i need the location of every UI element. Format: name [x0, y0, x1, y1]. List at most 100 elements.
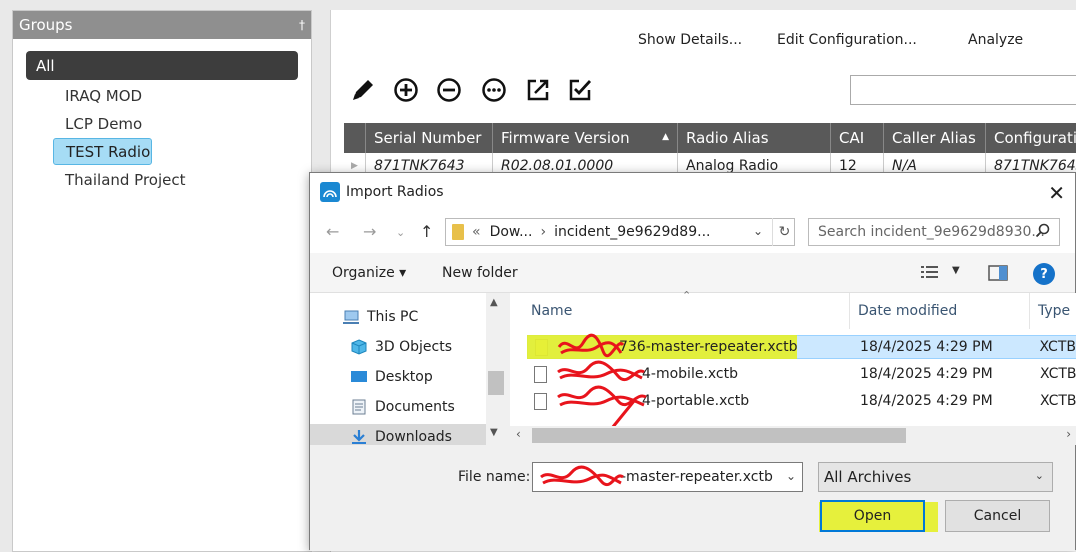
show-details-link[interactable]: Show Details...: [638, 32, 742, 48]
open-button[interactable]: Open: [820, 500, 925, 532]
group-all[interactable]: All: [26, 51, 298, 80]
preview-pane-icon[interactable]: [988, 265, 1008, 285]
file-hscrollbar[interactable]: ‹ ›: [510, 426, 1076, 445]
analyze-link[interactable]: Analyze: [968, 32, 1023, 48]
scroll-down-icon[interactable]: ▼: [490, 427, 498, 438]
forward-arrow-icon[interactable]: →: [363, 222, 376, 241]
scroll-left-icon[interactable]: ‹: [516, 427, 521, 441]
desktop-icon: [350, 369, 368, 385]
navigation-pane: This PC 3D Objects Desktop Documents Dow…: [310, 293, 506, 450]
cancel-button[interactable]: Cancel: [945, 500, 1050, 532]
refresh-icon[interactable]: ↻: [772, 218, 796, 246]
file-name-dropdown-icon[interactable]: ⌄: [786, 469, 796, 483]
nav-item-label: Downloads: [375, 429, 452, 445]
command-bar: Organize ▾ New folder ▼ ?: [310, 253, 1075, 293]
col-radio-alias[interactable]: Radio Alias: [678, 123, 831, 153]
col-caller-alias[interactable]: Caller Alias: [884, 123, 986, 153]
list-item[interactable]: 736-master-repeater.xctb 18/4/2025 4:29 …: [526, 333, 1076, 359]
col-serial-number[interactable]: Serial Number: [366, 123, 493, 153]
pin-icon[interactable]: †: [299, 18, 305, 32]
more-circle-icon[interactable]: [480, 76, 508, 104]
group-item-thailand-project[interactable]: Thailand Project: [65, 171, 186, 189]
view-options-icon[interactable]: [920, 265, 940, 283]
search-icon: [1035, 223, 1051, 243]
file-type: XCTB: [1040, 366, 1076, 382]
breadcrumb-downloads[interactable]: Dow...: [490, 224, 533, 240]
nav-item-desktop[interactable]: Desktop: [350, 369, 433, 385]
file-list: Name ⌃ Date modified Type 736-master-rep…: [510, 289, 1076, 445]
checkbox-edit-icon[interactable]: [566, 76, 594, 104]
nav-item-this-pc[interactable]: This PC: [342, 309, 418, 325]
list-item[interactable]: 4-portable.xctb 18/4/2025 4:29 PM XCTB: [527, 385, 1076, 434]
file-name: 4-portable.xctb: [556, 385, 860, 434]
file-icon: [534, 392, 547, 410]
col-firmware-version[interactable]: Firmware Version ▲: [493, 123, 678, 153]
file-hscrollbar-thumb[interactable]: [532, 428, 906, 443]
file-type-filter[interactable]: All Archives ⌄: [818, 462, 1053, 492]
dialog-title: Import Radios: [346, 184, 444, 200]
col-date-modified[interactable]: Date modified: [850, 293, 1030, 329]
download-icon: [350, 429, 368, 445]
cube-icon: [350, 339, 368, 355]
recent-chevron-icon[interactable]: ⌄: [396, 226, 405, 239]
navigation-bar: ← → ⌄ ↑ « Dow... › incident_9e9629d89...…: [310, 211, 1075, 253]
pencil-icon[interactable]: [349, 76, 377, 104]
up-arrow-icon[interactable]: ↑: [420, 222, 433, 241]
group-item-test-radio[interactable]: TEST Radio: [53, 138, 152, 165]
grid-header-spacer: [344, 123, 366, 153]
file-date: 18/4/2025 4:29 PM: [860, 393, 993, 409]
export-icon[interactable]: [524, 76, 552, 104]
scroll-right-icon[interactable]: ›: [1066, 427, 1071, 441]
dialog-search-input[interactable]: Search incident_9e9629d8930...: [808, 218, 1060, 246]
col-name[interactable]: Name ⌃: [510, 289, 850, 329]
new-folder-button[interactable]: New folder: [442, 265, 518, 281]
file-name-label: File name:: [458, 469, 531, 485]
list-item[interactable]: 4-mobile.xctb 18/4/2025 4:29 PM XCTB: [527, 360, 1076, 386]
nav-item-documents[interactable]: Documents: [350, 399, 455, 415]
import-radios-dialog: Import Radios ✕ ← → ⌄ ↑ « Dow... › incid…: [309, 172, 1076, 551]
close-icon[interactable]: ✕: [1048, 181, 1065, 205]
col-firmware-version-label: Firmware Version: [501, 129, 630, 147]
dialog-footer: File name: -master-repeater.xctb ⌄ All A…: [310, 445, 1075, 551]
file-name: 4-mobile.xctb: [556, 360, 860, 382]
view-dropdown-icon[interactable]: ▼: [952, 265, 960, 276]
nav-scrollbar[interactable]: ▲ ▼: [486, 293, 506, 445]
document-icon: [350, 399, 368, 415]
file-type-filter-value: All Archives: [824, 468, 912, 486]
file-name-text: 4-portable.xctb: [642, 393, 750, 409]
breadcrumb-incident[interactable]: incident_9e9629d89...: [554, 224, 710, 240]
col-configuration[interactable]: Configuratio: [986, 123, 1076, 153]
add-circle-icon[interactable]: [392, 76, 420, 104]
file-icon: [534, 365, 547, 383]
computer-icon: [342, 309, 360, 325]
col-type[interactable]: Type: [1030, 293, 1076, 329]
sort-chevron-icon: ⌃: [682, 289, 692, 302]
sort-up-icon: ▲: [662, 132, 669, 142]
group-item-lcp-demo[interactable]: LCP Demo: [65, 115, 142, 133]
file-name-input-value: -master-repeater.xctb: [621, 469, 773, 485]
file-name-input[interactable]: -master-repeater.xctb ⌄: [532, 462, 803, 492]
col-cai[interactable]: CAI: [831, 123, 884, 153]
address-bar[interactable]: « Dow... › incident_9e9629d89... ⌄: [445, 218, 795, 246]
groups-header: Groups †: [13, 11, 311, 39]
scroll-up-icon[interactable]: ▲: [490, 297, 498, 308]
breadcrumb-separator-icon: ›: [540, 224, 547, 240]
nav-item-3d-objects[interactable]: 3D Objects: [350, 339, 452, 355]
col-name-label: Name: [531, 303, 573, 319]
groups-title: Groups: [19, 16, 73, 34]
organize-menu[interactable]: Organize ▾: [332, 265, 406, 281]
address-overflow[interactable]: «: [472, 224, 481, 240]
file-name: 736-master-repeater.xctb: [526, 333, 860, 359]
group-item-iraq-mod[interactable]: IRAQ MOD: [65, 87, 142, 105]
back-arrow-icon[interactable]: ←: [326, 222, 339, 241]
dialog-title-bar: Import Radios ✕: [310, 173, 1075, 211]
address-dropdown-icon[interactable]: ⌄: [753, 224, 763, 238]
main-search-input[interactable]: [850, 75, 1076, 105]
nav-scrollbar-thumb[interactable]: [488, 371, 504, 395]
folder-icon: [452, 224, 464, 240]
remove-circle-icon[interactable]: [435, 76, 463, 104]
edit-configuration-link[interactable]: Edit Configuration...: [777, 32, 917, 48]
help-icon[interactable]: ?: [1033, 263, 1055, 285]
file-name-text: 4-mobile.xctb: [642, 366, 739, 382]
chevron-down-icon: ⌄: [1034, 469, 1044, 482]
